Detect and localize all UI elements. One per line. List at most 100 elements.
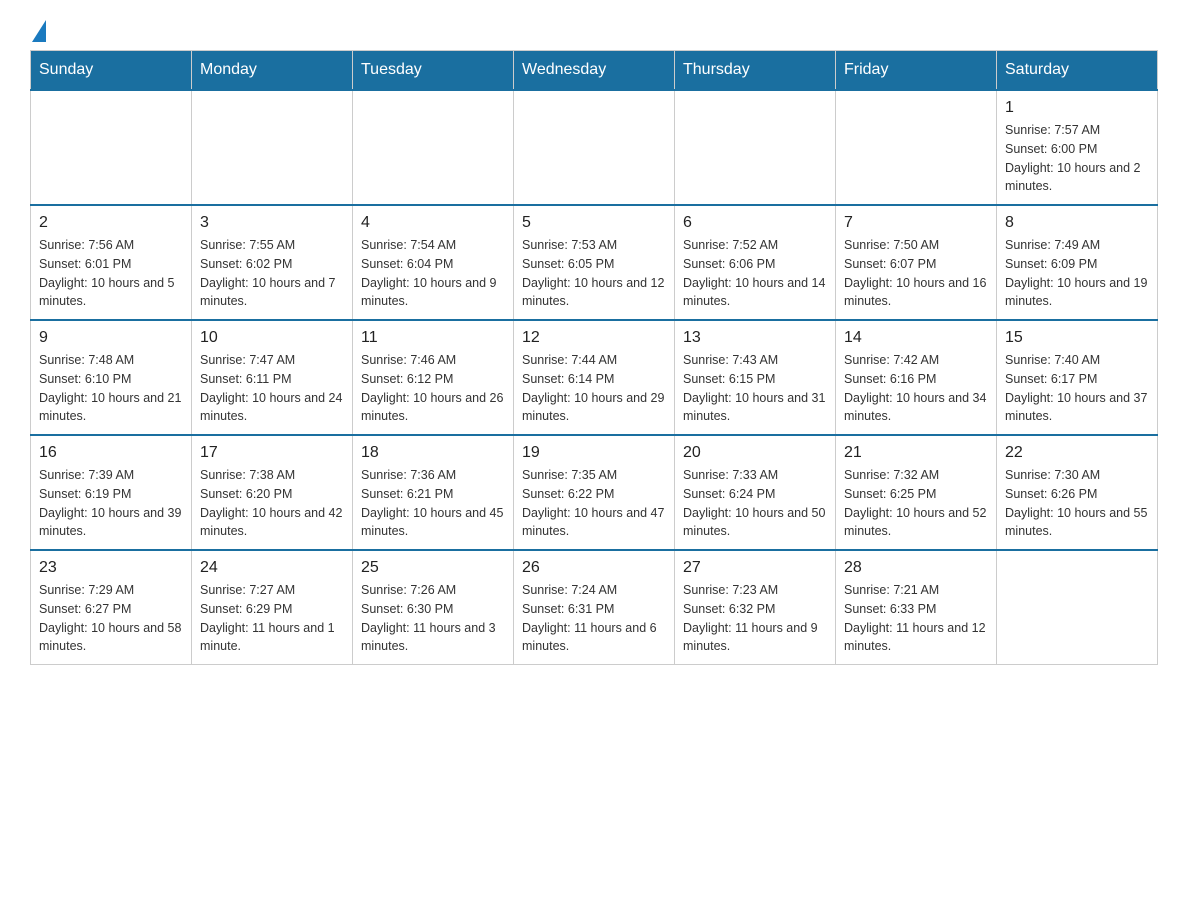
calendar-day-cell: 10 Sunrise: 7:47 AMSunset: 6:11 PMDayligh… — [192, 320, 353, 435]
day-info: Sunrise: 7:26 AMSunset: 6:30 PMDaylight:… — [361, 581, 505, 656]
calendar-day-cell: 2 Sunrise: 7:56 AMSunset: 6:01 PMDaylight… — [31, 205, 192, 320]
day-info: Sunrise: 7:40 AMSunset: 6:17 PMDaylight:… — [1005, 351, 1149, 426]
day-info: Sunrise: 7:56 AMSunset: 6:01 PMDaylight:… — [39, 236, 183, 311]
day-info: Sunrise: 7:43 AMSunset: 6:15 PMDaylight:… — [683, 351, 827, 426]
calendar-day-cell: 8Sunrise: 7:49 AMSunset: 6:09 PMDaylight… — [997, 205, 1158, 320]
calendar-day-cell: 5 Sunrise: 7:53 AMSunset: 6:05 PMDaylight… — [514, 205, 675, 320]
calendar-day-cell: 13 Sunrise: 7:43 AMSunset: 6:15 PMDayligh… — [675, 320, 836, 435]
day-info: Sunrise: 7:46 AMSunset: 6:12 PMDaylight:… — [361, 351, 505, 426]
day-number: 25 — [361, 559, 505, 577]
calendar-day-cell: 22Sunrise: 7:30 AMSunset: 6:26 PMDayligh… — [997, 435, 1158, 550]
day-info: Sunrise: 7:33 AMSunset: 6:24 PMDaylight:… — [683, 466, 827, 541]
calendar-day-cell: 3 Sunrise: 7:55 AMSunset: 6:02 PMDaylight… — [192, 205, 353, 320]
calendar-week-row: 23 Sunrise: 7:29 AMSunset: 6:27 PMDayligh… — [31, 550, 1158, 665]
day-info: Sunrise: 7:36 AMSunset: 6:21 PMDaylight:… — [361, 466, 505, 541]
calendar-day-cell: 12Sunrise: 7:44 AMSunset: 6:14 PMDayligh… — [514, 320, 675, 435]
day-number: 9 — [39, 329, 183, 347]
calendar-day-cell: 9 Sunrise: 7:48 AMSunset: 6:10 PMDaylight… — [31, 320, 192, 435]
calendar-week-row: 16 Sunrise: 7:39 AMSunset: 6:19 PMDayligh… — [31, 435, 1158, 550]
day-number: 22 — [1005, 444, 1149, 462]
day-number: 16 — [39, 444, 183, 462]
calendar-day-cell: 21 Sunrise: 7:32 AMSunset: 6:25 PMDayligh… — [836, 435, 997, 550]
calendar-day-header: Saturday — [997, 51, 1158, 91]
day-number: 3 — [200, 214, 344, 232]
calendar-day-cell: 15 Sunrise: 7:40 AMSunset: 6:17 PMDayligh… — [997, 320, 1158, 435]
calendar-day-cell: 23 Sunrise: 7:29 AMSunset: 6:27 PMDayligh… — [31, 550, 192, 665]
day-info: Sunrise: 7:57 AMSunset: 6:00 PMDaylight:… — [1005, 121, 1149, 196]
calendar-day-cell — [192, 90, 353, 205]
day-info: Sunrise: 7:24 AMSunset: 6:31 PMDaylight:… — [522, 581, 666, 656]
calendar-day-cell: 28 Sunrise: 7:21 AMSunset: 6:33 PMDayligh… — [836, 550, 997, 665]
day-info: Sunrise: 7:52 AMSunset: 6:06 PMDaylight:… — [683, 236, 827, 311]
calendar-day-cell: 7 Sunrise: 7:50 AMSunset: 6:07 PMDaylight… — [836, 205, 997, 320]
day-number: 5 — [522, 214, 666, 232]
day-info: Sunrise: 7:35 AMSunset: 6:22 PMDaylight:… — [522, 466, 666, 541]
calendar-day-cell: 1 Sunrise: 7:57 AMSunset: 6:00 PMDaylight… — [997, 90, 1158, 205]
calendar-day-cell: 16 Sunrise: 7:39 AMSunset: 6:19 PMDayligh… — [31, 435, 192, 550]
calendar-day-cell: 19 Sunrise: 7:35 AMSunset: 6:22 PMDayligh… — [514, 435, 675, 550]
calendar-day-cell — [836, 90, 997, 205]
day-info: Sunrise: 7:50 AMSunset: 6:07 PMDaylight:… — [844, 236, 988, 311]
calendar-day-cell: 6 Sunrise: 7:52 AMSunset: 6:06 PMDaylight… — [675, 205, 836, 320]
calendar-day-cell — [514, 90, 675, 205]
calendar-day-cell: 25 Sunrise: 7:26 AMSunset: 6:30 PMDayligh… — [353, 550, 514, 665]
calendar-day-cell: 4 Sunrise: 7:54 AMSunset: 6:04 PMDaylight… — [353, 205, 514, 320]
day-number: 13 — [683, 329, 827, 347]
day-info: Sunrise: 7:27 AMSunset: 6:29 PMDaylight:… — [200, 581, 344, 656]
day-info: Sunrise: 7:49 AMSunset: 6:09 PMDaylight:… — [1005, 236, 1149, 311]
day-info: Sunrise: 7:54 AMSunset: 6:04 PMDaylight:… — [361, 236, 505, 311]
calendar-day-header: Monday — [192, 51, 353, 91]
calendar-day-cell — [353, 90, 514, 205]
day-info: Sunrise: 7:47 AMSunset: 6:11 PMDaylight:… — [200, 351, 344, 426]
logo — [30, 20, 46, 34]
day-info: Sunrise: 7:53 AMSunset: 6:05 PMDaylight:… — [522, 236, 666, 311]
page-header — [30, 20, 1158, 34]
calendar-day-cell: 26 Sunrise: 7:24 AMSunset: 6:31 PMDayligh… — [514, 550, 675, 665]
calendar-week-row: 1 Sunrise: 7:57 AMSunset: 6:00 PMDaylight… — [31, 90, 1158, 205]
day-number: 23 — [39, 559, 183, 577]
day-info: Sunrise: 7:38 AMSunset: 6:20 PMDaylight:… — [200, 466, 344, 541]
day-info: Sunrise: 7:23 AMSunset: 6:32 PMDaylight:… — [683, 581, 827, 656]
calendar-day-cell — [31, 90, 192, 205]
calendar-day-header: Sunday — [31, 51, 192, 91]
day-number: 26 — [522, 559, 666, 577]
day-number: 21 — [844, 444, 988, 462]
day-info: Sunrise: 7:32 AMSunset: 6:25 PMDaylight:… — [844, 466, 988, 541]
day-number: 18 — [361, 444, 505, 462]
day-info: Sunrise: 7:42 AMSunset: 6:16 PMDaylight:… — [844, 351, 988, 426]
day-info: Sunrise: 7:48 AMSunset: 6:10 PMDaylight:… — [39, 351, 183, 426]
day-number: 4 — [361, 214, 505, 232]
calendar-day-cell — [997, 550, 1158, 665]
calendar-day-header: Tuesday — [353, 51, 514, 91]
day-number: 10 — [200, 329, 344, 347]
day-number: 17 — [200, 444, 344, 462]
day-number: 14 — [844, 329, 988, 347]
calendar-week-row: 2 Sunrise: 7:56 AMSunset: 6:01 PMDaylight… — [31, 205, 1158, 320]
day-number: 7 — [844, 214, 988, 232]
calendar-day-cell — [675, 90, 836, 205]
calendar-day-header: Friday — [836, 51, 997, 91]
calendar-day-cell: 14 Sunrise: 7:42 AMSunset: 6:16 PMDayligh… — [836, 320, 997, 435]
day-number: 11 — [361, 329, 505, 347]
day-number: 24 — [200, 559, 344, 577]
day-number: 28 — [844, 559, 988, 577]
day-info: Sunrise: 7:39 AMSunset: 6:19 PMDaylight:… — [39, 466, 183, 541]
day-number: 6 — [683, 214, 827, 232]
calendar-day-cell: 24 Sunrise: 7:27 AMSunset: 6:29 PMDayligh… — [192, 550, 353, 665]
day-number: 27 — [683, 559, 827, 577]
day-info: Sunrise: 7:21 AMSunset: 6:33 PMDaylight:… — [844, 581, 988, 656]
day-number: 20 — [683, 444, 827, 462]
calendar-day-header: Thursday — [675, 51, 836, 91]
day-number: 2 — [39, 214, 183, 232]
day-number: 15 — [1005, 329, 1149, 347]
day-info: Sunrise: 7:44 AMSunset: 6:14 PMDaylight:… — [522, 351, 666, 426]
calendar-day-cell: 18 Sunrise: 7:36 AMSunset: 6:21 PMDayligh… — [353, 435, 514, 550]
day-info: Sunrise: 7:29 AMSunset: 6:27 PMDaylight:… — [39, 581, 183, 656]
day-info: Sunrise: 7:55 AMSunset: 6:02 PMDaylight:… — [200, 236, 344, 311]
logo-triangle-icon — [32, 20, 46, 42]
day-number: 19 — [522, 444, 666, 462]
calendar-week-row: 9 Sunrise: 7:48 AMSunset: 6:10 PMDaylight… — [31, 320, 1158, 435]
day-number: 1 — [1005, 99, 1149, 117]
calendar-header-row: SundayMondayTuesdayWednesdayThursdayFrid… — [31, 51, 1158, 91]
calendar-day-cell: 20 Sunrise: 7:33 AMSunset: 6:24 PMDayligh… — [675, 435, 836, 550]
